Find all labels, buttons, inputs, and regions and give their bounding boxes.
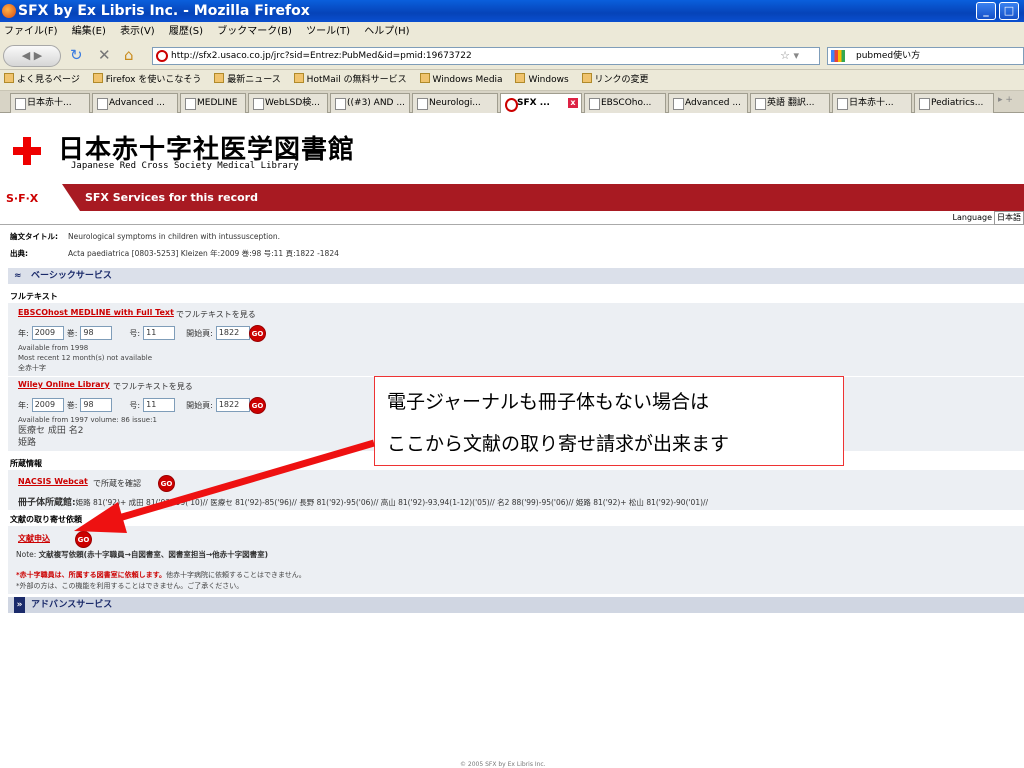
window-titlebar: SFX by Ex Libris Inc. - Mozilla Firefox … [0,0,1024,22]
page-icon [581,73,592,83]
search-value: pubmed使い方 [856,51,921,61]
search-bar[interactable]: pubmed使い方 [827,47,1024,65]
firefox-icon [2,4,16,18]
bookmark-item[interactable]: Firefox を使いこなそう [92,73,201,85]
footer-copyright: © 2005 SFX by Ex Libris Inc. [460,761,546,768]
tab-scroll-icon[interactable]: ▸ + [998,95,1013,105]
menu-edit[interactable]: 編集(E) [72,26,106,37]
menu-bar: ファイル(F) 編集(E) 表示(V) 履歴(S) ブックマーク(B) ツール(… [0,22,1024,41]
menu-history[interactable]: 履歴(S) [169,26,203,37]
back-forward-button[interactable]: ◀ ▶ [3,45,61,67]
tab-label: Neurologi... [429,98,481,108]
windows-icon [419,73,430,83]
rss-icon [214,73,225,83]
menu-file[interactable]: ファイル(F) [4,26,58,37]
bookmarks-toolbar: よく見るページ Firefox を使いこなそう 最新ニュース HotMail の… [0,70,1024,91]
bookmark-item[interactable]: Windows [515,73,569,85]
bookmark-item[interactable]: 最新ニュース [214,73,281,85]
tab[interactable]: 日本赤十... [832,93,912,113]
reload-icon[interactable]: ↻ [70,45,83,67]
minimize-button[interactable]: _ [976,2,996,20]
tab[interactable]: 日本赤十... [10,93,90,113]
bookmark-item[interactable]: リンクの変更 [581,73,649,85]
stop-icon[interactable]: ✕ [98,45,111,67]
tab[interactable]: Advanced ... [92,93,178,113]
bookmark-item[interactable]: よく見るページ [4,73,80,85]
tab[interactable]: Advanced ... [668,93,748,113]
tab[interactable]: MEDLINE [180,93,246,113]
tab-label: Pediatrics... [931,98,984,108]
bookmark-icon [4,73,14,83]
bookmark-item[interactable]: HotMail の無料サービス [293,73,407,85]
tab[interactable]: Pediatrics... [914,93,994,113]
tab-label: 日本赤十... [27,98,72,108]
tab[interactable]: EBSCOho... [584,93,666,113]
arrow-shaft [111,439,375,524]
tab-label: Advanced ... [109,98,165,108]
google-icon [831,50,845,62]
page-icon [293,73,304,83]
maximize-button[interactable]: □ [999,2,1019,20]
tab-label: ((#3) AND ... [347,98,405,108]
page-icon [515,73,526,83]
menu-help[interactable]: ヘルプ(H) [364,26,409,37]
tab[interactable]: ((#3) AND ... [330,93,410,113]
bookmark-item[interactable]: Windows Media [419,73,503,85]
page-content: 日本赤十字社医学図書館 Japanese Red Cross Society M… [0,113,1024,768]
tab[interactable]: 英語 翻訳... [750,93,830,113]
window-title: SFX by Ex Libris Inc. - Mozilla Firefox [18,3,310,19]
tab[interactable]: WebLSD検... [248,93,328,113]
annotation-arrow [74,439,375,533]
tab-label: Advanced ... [685,98,741,108]
tab-label: MEDLINE [197,98,238,108]
bookmark-icon [92,73,103,83]
menu-bookmarks[interactable]: ブックマーク(B) [217,26,292,37]
menu-tools[interactable]: ツール(T) [306,26,350,37]
close-tab-icon[interactable]: x [568,98,578,108]
tab-active[interactable]: SFX ... x [500,93,582,114]
tab-label: SFX ... [517,98,550,108]
site-favicon-icon [156,50,168,62]
address-bar[interactable]: http://sfx2.usaco.co.jp/jrc?sid=Entrez:P… [152,47,820,65]
tab-label: 日本赤十... [849,98,894,108]
tab-label: WebLSD検... [265,98,320,108]
tab[interactable]: Neurologi... [412,93,498,113]
bookmark-star-icon[interactable]: ☆ ▾ [780,48,799,64]
menu-view[interactable]: 表示(V) [120,26,155,37]
tab-bar: 日本赤十... Advanced ... MEDLINE WebLSD検... … [0,91,1024,114]
url-text: http://sfx2.usaco.co.jp/jrc?sid=Entrez:P… [171,51,472,61]
arrow-head-icon [74,502,127,533]
home-icon[interactable]: ⌂ [124,45,134,67]
tab-label: EBSCOho... [601,98,652,108]
tab-label: 英語 翻訳... [767,98,815,108]
